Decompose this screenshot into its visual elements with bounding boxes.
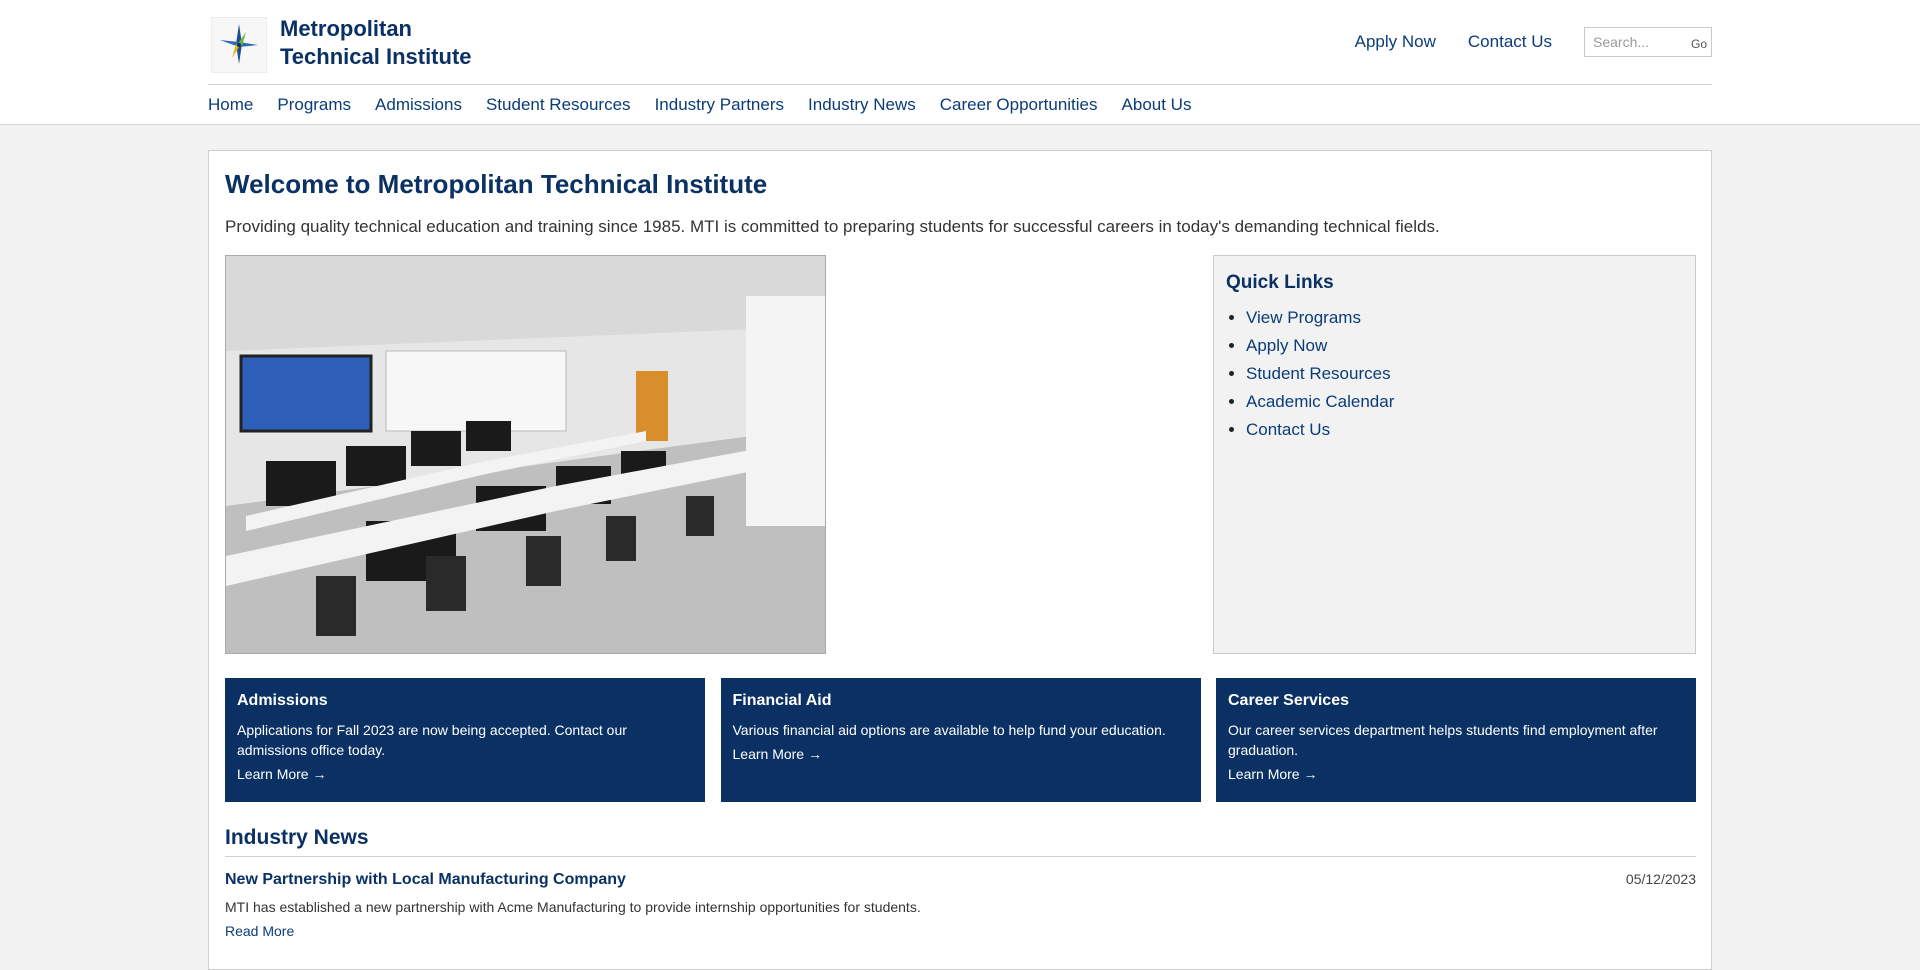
nav-item-industry-partners[interactable]: Industry Partners	[655, 95, 784, 115]
quick-link-item: Student Resources	[1246, 360, 1683, 388]
quick-link-academic-calendar[interactable]: Academic Calendar	[1246, 392, 1394, 411]
quick-link-item: Contact Us	[1246, 416, 1683, 444]
card-text: Our career services department helps stu…	[1228, 722, 1658, 758]
intro-text: Providing quality technical education an…	[225, 217, 1440, 236]
card-text: Various financial aid options are availa…	[732, 722, 1166, 738]
card-title: Admissions	[237, 692, 328, 709]
info-cards: Admissions Applications for Fall 2023 ar…	[225, 678, 1696, 802]
learn-more-link[interactable]: Learn More →	[733, 746, 822, 762]
quick-link-item: Apply Now	[1246, 332, 1683, 360]
card-financial-aid: Financial Aid Various financial aid opti…	[720, 678, 1201, 802]
apply-now-link[interactable]: Apply Now	[1355, 32, 1436, 52]
quick-link-apply-now[interactable]: Apply Now	[1246, 336, 1327, 355]
quick-links-list: View Programs Apply Now Student Resource…	[1226, 304, 1683, 444]
quick-links-title: Quick Links	[1226, 272, 1334, 293]
quick-link-view-programs[interactable]: View Programs	[1246, 308, 1361, 327]
card-title: Financial Aid	[732, 692, 832, 709]
page-title: Welcome to Metropolitan Technical Instit…	[225, 169, 768, 199]
site-title-line1: Metropolitan	[280, 16, 412, 41]
main-nav: Home Programs Admissions Student Resourc…	[208, 95, 1215, 115]
quick-link-contact-us[interactable]: Contact Us	[1246, 420, 1330, 439]
logo-icon[interactable]	[211, 17, 267, 73]
nav-item-admissions[interactable]: Admissions	[375, 95, 462, 115]
learn-more-link[interactable]: Learn More →	[1228, 766, 1317, 782]
card-text: Applications for Fall 2023 are now being…	[237, 722, 627, 758]
nav-item-home[interactable]: Home	[208, 95, 253, 115]
news-item: New Partnership with Local Manufacturing…	[225, 857, 1696, 941]
quick-link-item: Academic Calendar	[1246, 388, 1683, 416]
quick-link-item: View Programs	[1246, 304, 1683, 332]
nav-item-about-us[interactable]: About Us	[1122, 95, 1192, 115]
news-item-date: 05/12/2023	[1625, 871, 1696, 887]
nav-item-career-opportunities[interactable]: Career Opportunities	[940, 95, 1098, 115]
read-more-link[interactable]: Read More	[225, 923, 294, 939]
quick-link-student-resources[interactable]: Student Resources	[1246, 364, 1391, 383]
industry-news-section: Industry News New Partnership with Local…	[225, 826, 1696, 941]
learn-more-link[interactable]: Learn More →	[237, 766, 326, 782]
search-go-button[interactable]: Go	[1691, 37, 1707, 51]
nav-item-programs[interactable]: Programs	[277, 95, 351, 115]
news-section-title: Industry News	[225, 826, 1696, 857]
site-header: Metropolitan Technical Institute Apply N…	[0, 0, 1920, 125]
nav-item-student-resources[interactable]: Student Resources	[486, 95, 631, 115]
card-title: Career Services	[1228, 692, 1349, 709]
search-input[interactable]	[1585, 28, 1681, 56]
card-career-services: Career Services Our career services depa…	[1216, 678, 1696, 802]
card-admissions: Admissions Applications for Fall 2023 ar…	[225, 678, 705, 802]
site-title[interactable]: Metropolitan Technical Institute	[280, 15, 472, 71]
header-top: Metropolitan Technical Institute Apply N…	[208, 0, 1712, 85]
news-item-text: MTI has established a new partnership wi…	[225, 899, 921, 915]
search-box: Go	[1584, 27, 1712, 57]
contact-us-link[interactable]: Contact Us	[1468, 32, 1552, 52]
nav-item-industry-news[interactable]: Industry News	[808, 95, 916, 115]
classroom-photo	[225, 255, 826, 654]
quick-links-panel: Quick Links View Programs Apply Now Stud…	[1213, 255, 1696, 654]
main-content: Welcome to Metropolitan Technical Instit…	[208, 150, 1712, 970]
site-title-line2: Technical Institute	[280, 44, 472, 69]
header-utility-links: Apply Now Contact Us Go	[1355, 27, 1712, 57]
news-item-title[interactable]: New Partnership with Local Manufacturing…	[225, 871, 1696, 889]
